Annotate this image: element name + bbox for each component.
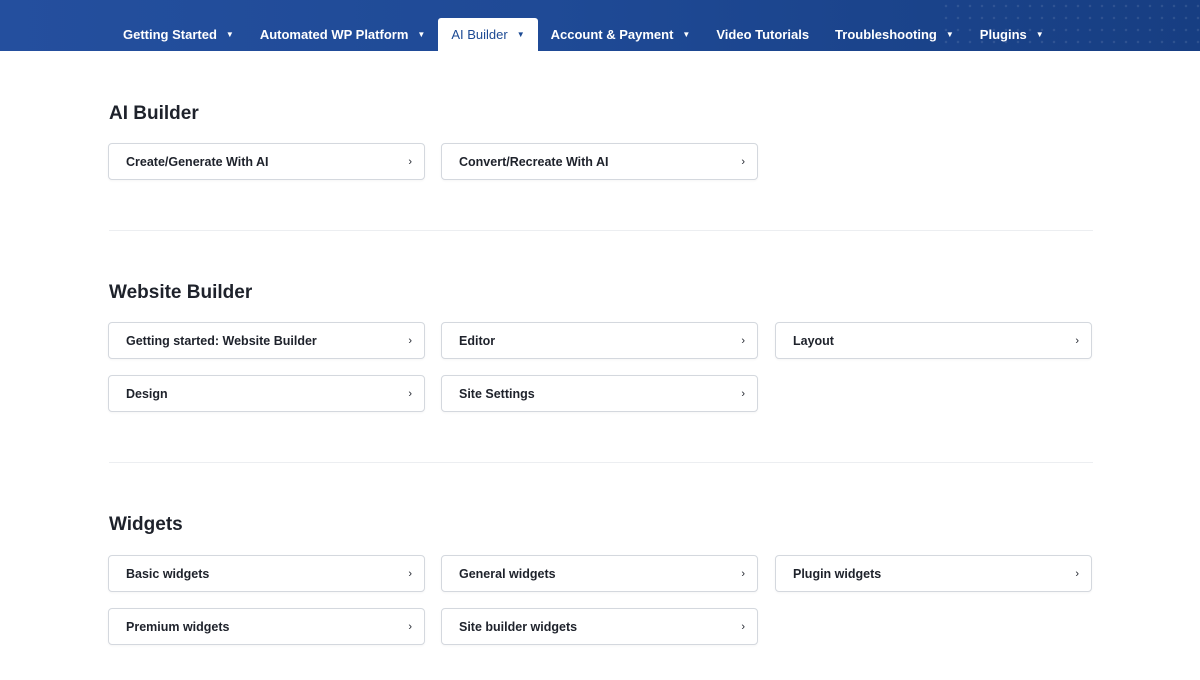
card-site-builder-widgets[interactable]: Site builder widgets › <box>441 608 758 645</box>
nav-item-getting-started[interactable]: Getting Started ▼ <box>110 18 247 51</box>
nav-item-label: Video Tutorials <box>716 27 810 42</box>
card-layout[interactable]: Layout › <box>775 322 1092 359</box>
card-label: Getting started: Website Builder <box>126 333 317 348</box>
chevron-right-icon: › <box>1075 567 1079 580</box>
card-label: Editor <box>459 333 496 348</box>
card-basic-widgets[interactable]: Basic widgets › <box>108 555 425 592</box>
nav-menu: Getting Started ▼ Automated WP Platform … <box>110 18 1057 51</box>
nav-item-troubleshooting[interactable]: Troubleshooting ▼ <box>822 18 967 51</box>
card-label: General widgets <box>459 566 556 581</box>
card-editor[interactable]: Editor › <box>441 322 758 359</box>
chevron-right-icon: › <box>741 387 745 400</box>
card-label: Site Settings <box>459 386 535 401</box>
card-label: Design <box>126 386 168 401</box>
chevron-right-icon: › <box>1075 334 1079 347</box>
chevron-right-icon: › <box>741 620 745 633</box>
caret-down-icon: ▼ <box>225 29 234 39</box>
nav-item-label: Automated WP Platform <box>259 27 409 42</box>
section-title-ai-builder: AI Builder <box>109 103 199 124</box>
chevron-right-icon: › <box>408 334 412 347</box>
nav-item-account-payment[interactable]: Account & Payment ▼ <box>538 18 704 51</box>
chevron-right-icon: › <box>408 620 412 633</box>
nav-item-label: Plugins <box>979 27 1027 42</box>
caret-down-icon: ▼ <box>682 29 691 39</box>
card-getting-started-website-builder[interactable]: Getting started: Website Builder › <box>108 322 425 359</box>
nav-item-automated-wp-platform[interactable]: Automated WP Platform ▼ <box>247 18 438 51</box>
card-convert-recreate-with-ai[interactable]: Convert/Recreate With AI › <box>441 143 758 180</box>
nav-item-video-tutorials[interactable]: Video Tutorials <box>703 18 822 51</box>
chevron-right-icon: › <box>408 387 412 400</box>
chevron-right-icon: › <box>741 334 745 347</box>
nav-item-label: Troubleshooting <box>835 27 937 42</box>
nav-item-label: Account & Payment <box>550 27 674 42</box>
card-create-generate-with-ai[interactable]: Create/Generate With AI › <box>108 143 425 180</box>
card-label: Layout <box>793 333 834 348</box>
card-label: Site builder widgets <box>459 619 578 634</box>
chevron-right-icon: › <box>741 567 745 580</box>
card-label: Plugin widgets <box>793 566 882 581</box>
card-premium-widgets[interactable]: Premium widgets › <box>108 608 425 645</box>
caret-down-icon: ▼ <box>516 29 525 39</box>
card-plugin-widgets[interactable]: Plugin widgets › <box>775 555 1092 592</box>
chevron-right-icon: › <box>408 155 412 168</box>
nav-item-label: Getting Started <box>123 27 217 42</box>
chevron-right-icon: › <box>408 567 412 580</box>
card-design[interactable]: Design › <box>108 375 425 412</box>
nav-item-plugins[interactable]: Plugins ▼ <box>967 18 1057 51</box>
card-site-settings[interactable]: Site Settings › <box>441 375 758 412</box>
card-general-widgets[interactable]: General widgets › <box>441 555 758 592</box>
card-label: Convert/Recreate With AI <box>459 154 609 169</box>
card-label: Basic widgets <box>126 566 210 581</box>
section-title-website-builder: Website Builder <box>109 282 253 303</box>
caret-down-icon: ▼ <box>945 29 954 39</box>
section-divider <box>109 462 1093 463</box>
nav-item-label: AI Builder <box>451 27 508 42</box>
card-label: Premium widgets <box>126 619 230 634</box>
chevron-right-icon: › <box>741 155 745 168</box>
nav-item-ai-builder[interactable]: AI Builder ▼ <box>438 18 538 51</box>
caret-down-icon: ▼ <box>1035 29 1044 39</box>
top-navigation-bar: Getting Started ▼ Automated WP Platform … <box>0 0 1200 51</box>
card-label: Create/Generate With AI <box>126 154 269 169</box>
section-divider <box>109 230 1093 231</box>
section-title-widgets: Widgets <box>109 514 183 535</box>
caret-down-icon: ▼ <box>417 29 426 39</box>
